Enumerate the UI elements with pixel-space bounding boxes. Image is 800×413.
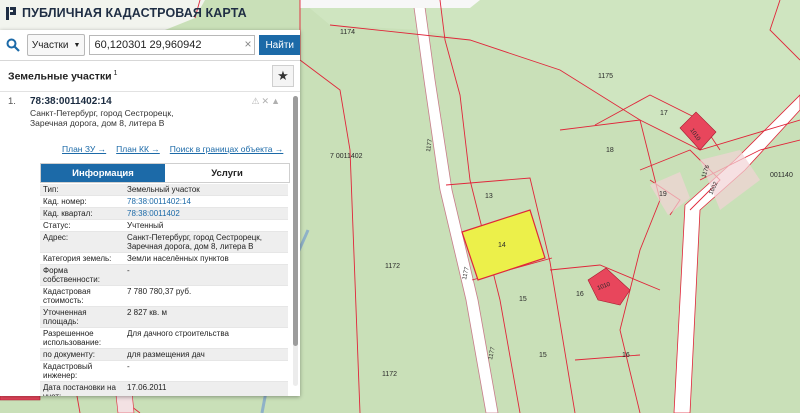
attribute-row: Уточненная площадь: 2 827 кв. м (40, 306, 288, 328)
attribute-key: Кад. номер: (40, 195, 124, 208)
attribute-key: Кадастровый инженер: (40, 360, 124, 382)
attribute-value: для размещения дач (124, 348, 288, 361)
rosreestr-logo-icon (4, 6, 18, 20)
attribute-row: Форма собственности: - (40, 264, 288, 286)
attribute-row: Статус: Учтенный (40, 219, 288, 232)
attribute-value: - (124, 360, 288, 382)
label-16-b: 16 (622, 352, 630, 359)
results-count: 1 (113, 69, 118, 77)
attribute-value: 2 827 кв. м (124, 306, 288, 328)
result-cadastral-number[interactable]: 78:38:0011402:14 (30, 96, 282, 107)
attribute-value: Для дачного строительства (124, 327, 288, 349)
search-row: Участки ▼ × Найти (0, 30, 300, 61)
search-input[interactable] (89, 35, 256, 55)
attribute-row: Адрес: Санкт-Петербург, город Сестрорецк,… (40, 231, 288, 253)
attribute-key: Уточненная площадь: (40, 306, 124, 328)
star-icon[interactable]: ★ (272, 65, 294, 87)
results-list: 1. 78:38:0011402:14 Санкт-Петербург, гор… (0, 92, 300, 396)
label-19: 19 (659, 191, 667, 198)
attribute-key: Форма собственности: (40, 264, 124, 286)
results-title: Земельные участки 1 (8, 70, 117, 83)
tab-services[interactable]: Услуги (165, 164, 289, 182)
attribute-value: Учтенный (124, 219, 288, 232)
info-tabs: Информация Услуги (40, 163, 290, 183)
attribute-row: Категория земель: Земли населённых пункто… (40, 252, 288, 265)
clear-icon[interactable]: × (244, 37, 251, 51)
search-panel: Участки ▼ × Найти Земельные участки1 ★ 1… (0, 30, 300, 396)
label-1172-b: 1172 (382, 371, 397, 378)
label-17: 17 (660, 110, 668, 117)
result-tools-icons[interactable]: ⚠✕▲ (251, 96, 282, 107)
label-15-b: 15 (539, 352, 547, 359)
label-001140: 001140 (770, 172, 793, 179)
search-type-select[interactable]: Участки ▼ (26, 34, 86, 56)
attribute-key: по документу: (40, 348, 124, 361)
road-top (300, 0, 480, 8)
attribute-row: Тип: Земельный участок (40, 184, 288, 196)
label-15-a: 15 (519, 296, 527, 303)
result-item[interactable]: 78:38:0011402:14 Санкт-Петербург, город … (30, 96, 282, 128)
attribute-key: Кад. квартал: (40, 207, 124, 220)
attribute-key: Кадастровая стоимость: (40, 285, 124, 307)
label-16-a: 16 (576, 291, 584, 298)
scrollbar-thumb[interactable] (293, 96, 298, 346)
attribute-value: Земельный участок (124, 184, 288, 196)
label-1174: 1174 (340, 29, 355, 36)
attribute-row: Кадастровая стоимость: 7 780 780,37 руб. (40, 285, 288, 307)
attribute-row: Дата постановки на учет:17.06.2011 (40, 381, 288, 396)
label-quarter: 7 0011402 (330, 153, 363, 160)
label-13: 13 (485, 193, 493, 200)
attribute-key: Статус: (40, 219, 124, 232)
find-button[interactable]: Найти (259, 35, 300, 55)
result-links: План ЗУ → План КК → Поиск в границах объ… (62, 144, 283, 154)
attribute-value: Санкт-Петербург, город Сестрорецк, Зареч… (124, 231, 288, 253)
label-1172-a: 1172 (385, 263, 400, 270)
attribute-key: Дата постановки на учет: (40, 381, 124, 396)
attribute-value[interactable]: 78:38:0011402:14 (124, 195, 288, 208)
attribute-key: Разрешенное использование: (40, 327, 124, 349)
plan-kk-link[interactable]: План КК → (116, 144, 160, 154)
search-icon[interactable] (0, 30, 27, 60)
search-input-wrap: × (89, 35, 256, 55)
results-header: Земельные участки 1 ★ (0, 61, 300, 92)
attribute-row: Разрешенное использование: Для дачного ст… (40, 327, 288, 349)
attribute-value: 17.06.2011 (124, 381, 288, 396)
attribute-row: по документу: для размещения дач (40, 348, 288, 361)
attributes-table: Тип: Земельный участок Кад. номер: 78:38:00… (40, 184, 288, 396)
attribute-value[interactable]: 78:38:0011402 (124, 207, 288, 220)
attribute-row: Кадастровый инженер: - (40, 360, 288, 382)
attribute-value: Земли населённых пунктов (124, 252, 288, 265)
attribute-value: - (124, 264, 288, 286)
label-18: 18 (606, 147, 614, 154)
results-scrollbar[interactable] (293, 96, 298, 386)
label-14: 14 (498, 242, 506, 249)
search-type-label: Участки (31, 39, 69, 51)
app-title: ПУБЛИЧНАЯ КАДАСТРОВАЯ КАРТА (22, 6, 247, 20)
search-in-bounds-link[interactable]: Поиск в границах объекта → (170, 144, 284, 154)
results-title-text: Земельные участки (8, 70, 112, 83)
chevron-down-icon: ▼ (73, 41, 81, 49)
attribute-key: Тип: (40, 184, 124, 196)
app-header: ПУБЛИЧНАЯ КАДАСТРОВАЯ КАРТА (0, 0, 247, 26)
result-index: 1. (8, 96, 16, 107)
tab-information[interactable]: Информация (41, 164, 165, 182)
attribute-row: Кад. квартал: 78:38:0011402 (40, 207, 288, 220)
attribute-key: Категория земель: (40, 252, 124, 265)
attribute-key: Адрес: (40, 231, 124, 253)
attribute-value: 7 780 780,37 руб. (124, 285, 288, 307)
plan-zu-link[interactable]: План ЗУ → (62, 144, 106, 154)
label-1175: 1175 (598, 73, 613, 80)
result-address: Санкт-Петербург, город Сестрорецк, Зареч… (30, 108, 174, 128)
attribute-row: Кад. номер: 78:38:0011402:14 (40, 195, 288, 208)
